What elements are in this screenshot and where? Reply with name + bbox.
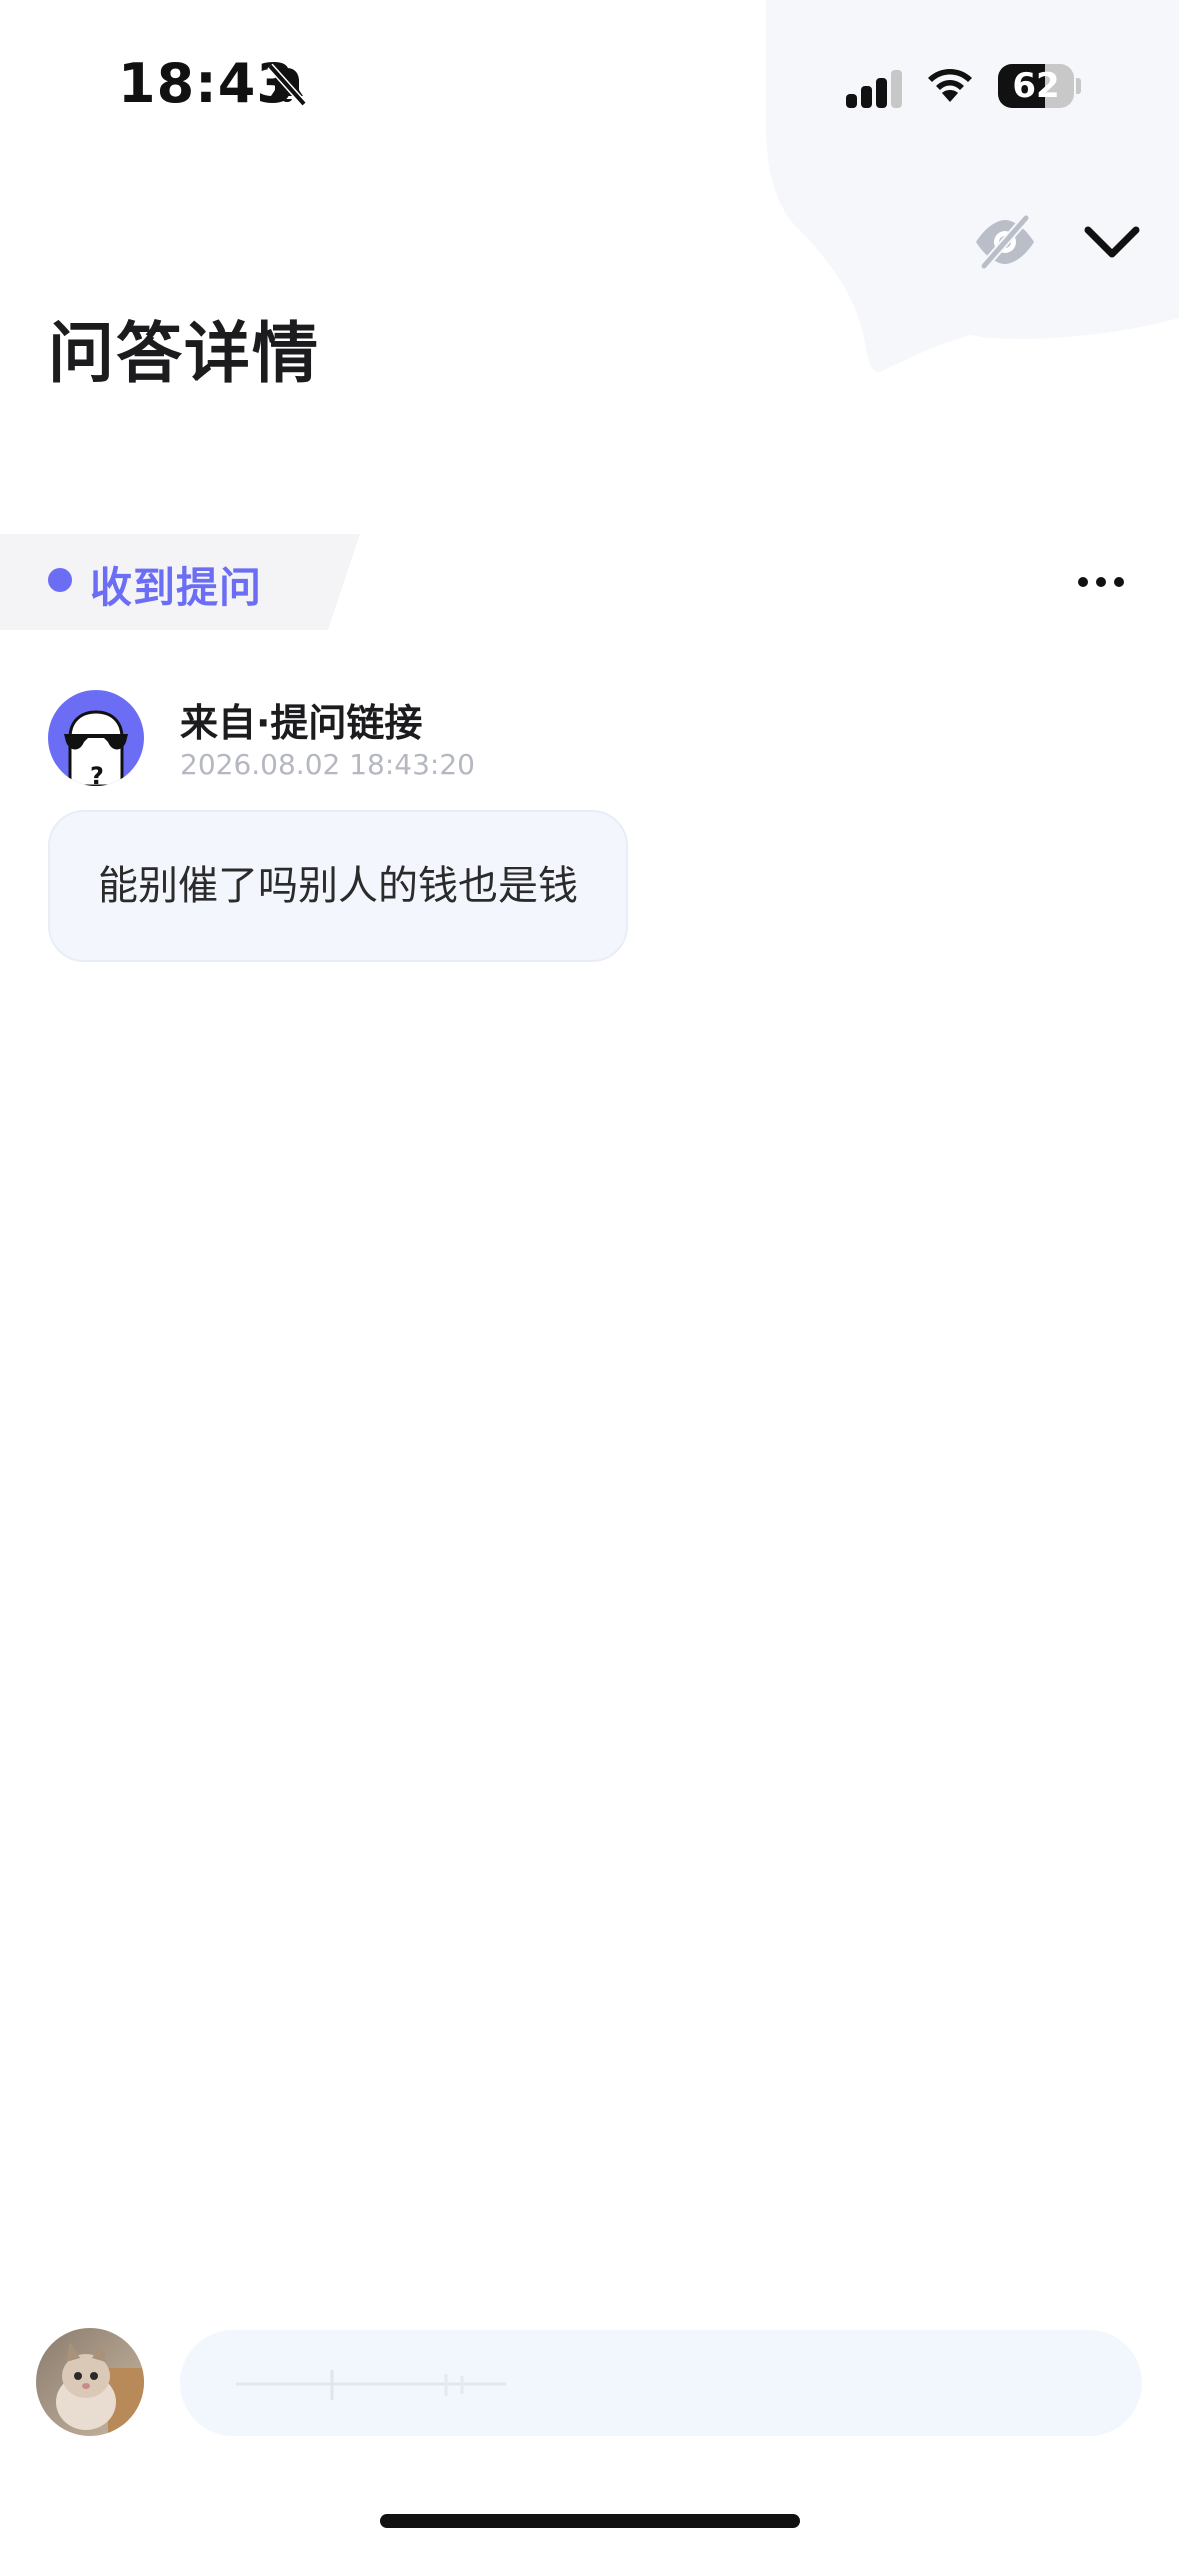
more-options-icon[interactable] (1076, 570, 1126, 594)
received-question-tag: 收到提问 (0, 534, 360, 630)
eye-off-icon[interactable] (972, 212, 1038, 272)
user-avatar[interactable] (36, 2328, 144, 2436)
waveform-icon (236, 2370, 506, 2400)
battery-body: 62 (998, 64, 1074, 108)
cellular-signal-icon (846, 70, 902, 108)
sender-name: 来自·提问链接 (180, 701, 423, 745)
wifi-icon (928, 69, 972, 102)
anonymous-avatar: ? (48, 690, 144, 786)
battery-level: 62 (1012, 66, 1060, 106)
battery-tip (1076, 78, 1081, 94)
question-message-text: 能别催了吗别人的钱也是钱 (98, 863, 578, 909)
tag-label: 收到提问 (90, 563, 263, 612)
qa-detail-page: 18:43 62 问答详情 收到提问 ? 来自·提问链接 2026.08.02 … (0, 0, 1179, 2556)
svg-text:?: ? (90, 762, 104, 786)
question-message-bubble: 能别催了吗别人的钱也是钱 (48, 810, 628, 962)
page-title: 问答详情 (48, 315, 320, 392)
battery-indicator: 62 (998, 64, 1081, 108)
home-indicator (380, 2514, 800, 2528)
chevron-down-icon[interactable] (1082, 220, 1142, 264)
message-timestamp: 2026.08.02 18:43:20 (180, 748, 475, 781)
tag-dot (48, 568, 72, 592)
bell-muted-icon (267, 63, 307, 107)
